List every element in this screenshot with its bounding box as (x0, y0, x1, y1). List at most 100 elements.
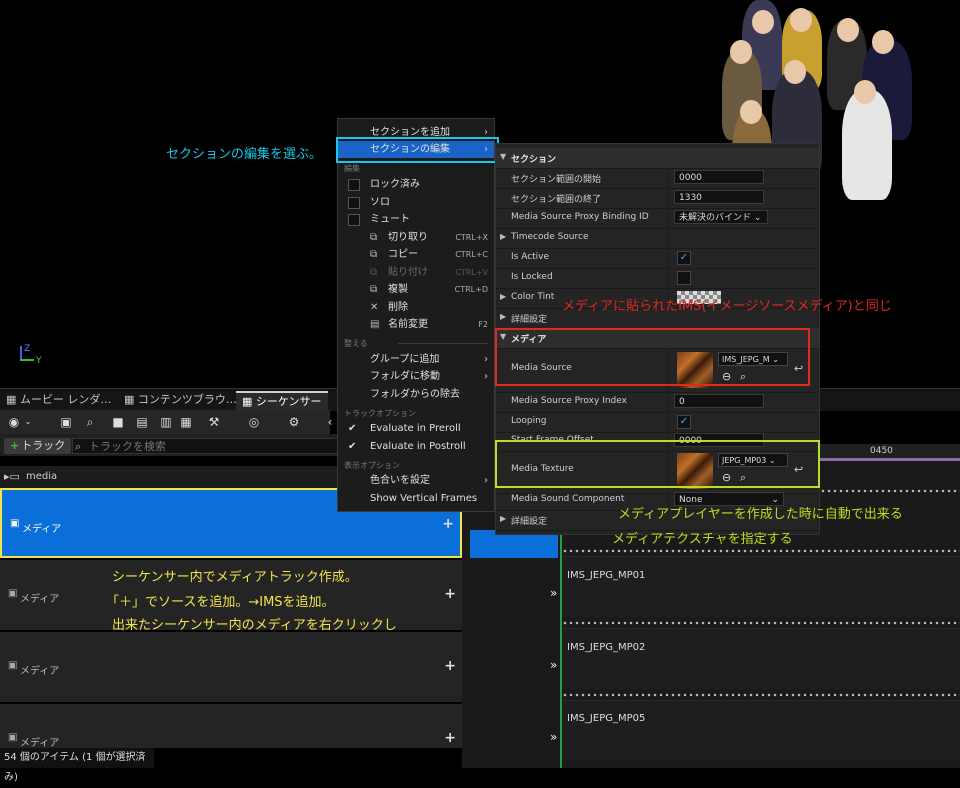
row-range-end: セクション範囲の終了 1330 (496, 188, 819, 209)
annotation-highlight-box-cyan (336, 137, 499, 163)
duplicate-icon: ⧉ (370, 284, 378, 295)
track-row-media[interactable]: ▣ メディア + (0, 704, 462, 749)
clip-name: IMS_JEPG_MP02 (567, 642, 646, 653)
annotation-same-ims: メディアに貼られたIMS(イメージソースメディア)と同じ (562, 299, 892, 314)
context-menu: セクションを追加 › セクションの編集 › 編集 ロック済み ソロ ミュート ⧉ 切り… (337, 118, 495, 512)
row-proxy-binding: Media Source Proxy Binding ID 未解決のバインド ⌄ (496, 208, 819, 229)
annotation-sequencer-line2: 「＋」でソースを追加。→IMSを追加。 (106, 595, 335, 610)
expand-triangle-icon: ▶ (500, 232, 507, 241)
track-row-media[interactable]: ▣ メディア + (0, 632, 462, 702)
media-track-icon: ▣ (8, 588, 18, 599)
row-range-start: セクション範囲の開始 0000 (496, 168, 819, 189)
media-clip[interactable] (562, 628, 960, 689)
tab-icon: ▦ (242, 395, 256, 408)
search-icon: ⌕ (75, 440, 82, 453)
track-label: メディア (20, 666, 60, 677)
menu-item-rename[interactable]: ▤ 名前変更 F2 (338, 316, 494, 333)
back-icon[interactable]: ‹ (322, 414, 338, 430)
row-is-active: Is Active ✓ (496, 248, 819, 269)
paste-icon: ⧉ (370, 267, 378, 278)
track-scrollbar[interactable] (462, 488, 470, 768)
save-icon[interactable]: ▣ (58, 414, 74, 430)
copy-icon: ⧉ (370, 249, 378, 260)
menu-item-add-to-group[interactable]: グループに追加 › (338, 351, 494, 368)
chevron-right-icon: › (484, 371, 488, 382)
chevron-right-icon: › (484, 475, 488, 486)
delete-icon: ✕ (370, 302, 379, 313)
wrench-icon[interactable]: ⚒ (206, 414, 222, 430)
expand-triangle-icon: ▶ (500, 292, 507, 301)
menu-item-duplicate[interactable]: ⧉ 複製 CTRL+D (338, 281, 494, 298)
rename-icon: ▤ (370, 319, 380, 330)
range-end-input[interactable]: 1330 (674, 190, 764, 204)
row-proxy-index: Media Source Proxy Index 0 (496, 392, 819, 413)
checkbox (348, 179, 360, 191)
tab-icon: ▦ (124, 393, 138, 406)
menu-item-evaluate-postroll[interactable]: ✔ Evaluate in Postroll (338, 438, 494, 455)
tab-sequencer[interactable]: ▦ シーケンサー (236, 391, 328, 411)
tab-icon: ▦ (6, 393, 20, 406)
expand-triangle-icon: ▶ (500, 514, 507, 523)
annotation-highlight-box-red (495, 328, 810, 386)
status-text: 54 個のアイテム (1 個が選択済み) (0, 748, 154, 783)
add-track-button[interactable]: + トラック (4, 438, 72, 454)
media-track-icon: ▣ (8, 660, 18, 671)
media-track-icon: ▣ (8, 732, 18, 743)
menu-header-track-options: トラックオプション (344, 409, 416, 418)
check-icon: ✔ (348, 441, 357, 452)
add-source-button[interactable]: + (444, 586, 456, 602)
menu-item-cut[interactable]: ⧉ 切り取り CTRL+X (338, 229, 494, 246)
expand-arrows-icon[interactable]: » (550, 658, 557, 672)
menu-item-paste: ⧉ 貼り付け CTRL+V (338, 264, 494, 281)
media-clip[interactable] (562, 700, 960, 761)
menu-item-copy[interactable]: ⧉ コピー CTRL+C (338, 246, 494, 263)
add-source-button[interactable]: + (444, 658, 456, 674)
add-source-button[interactable]: + (442, 516, 454, 532)
is-active-checkbox[interactable]: ✓ (677, 251, 691, 265)
menu-item-locked[interactable]: ロック済み (338, 176, 494, 193)
track-label: メディア (20, 594, 60, 605)
find-asset-icon[interactable]: ⌕ (82, 414, 98, 430)
tab-movie-render[interactable]: ▦ ムービー レンダ… (0, 391, 117, 409)
render-icon[interactable]: ▥ (158, 414, 174, 430)
menu-item-set-color[interactable]: 色合いを設定 › (338, 472, 494, 489)
tab-content-browser[interactable]: ▦ コンテンツブラウ… (118, 391, 243, 409)
details-section-header[interactable]: ▼ セクション (496, 148, 819, 169)
expand-arrows-icon[interactable]: » (550, 730, 557, 744)
graph-icon[interactable]: ▦ (178, 414, 194, 430)
menu-header-display-options: 表示オプション (344, 461, 400, 470)
plus-icon: + (10, 439, 20, 452)
expand-arrows-icon[interactable]: » (550, 586, 557, 600)
clip-header-dots (562, 620, 960, 626)
annotation-texture-line2: メディアテクスチャを指定する (612, 532, 793, 547)
looping-checkbox[interactable]: ✓ (677, 415, 691, 429)
menu-item-move-to-folder[interactable]: フォルダに移動 › (338, 368, 494, 385)
menu-item-mute[interactable]: ミュート (338, 211, 494, 228)
clip-header-dots (562, 548, 960, 554)
menu-item-evaluate-preroll[interactable]: ✔ Evaluate in Preroll (338, 420, 494, 437)
media-clip[interactable] (562, 556, 960, 617)
range-start-input[interactable]: 0000 (674, 170, 764, 184)
row-is-locked: Is Locked (496, 268, 819, 289)
eye-icon[interactable]: ◎ (246, 414, 262, 430)
checkbox (348, 197, 360, 209)
menu-header-edit: 編集 (344, 164, 360, 173)
proxy-index-input[interactable]: 0 (674, 394, 764, 408)
menu-item-delete[interactable]: ✕ 削除 (338, 299, 494, 316)
row-timecode-source[interactable]: ▶ Timecode Source (496, 228, 819, 249)
clapper-icon[interactable]: ▤ (134, 414, 150, 430)
gear-icon[interactable]: ⚙ (286, 414, 302, 430)
check-icon: ✔ (348, 423, 357, 434)
menu-item-remove-from-folder[interactable]: フォルダからの除去 (338, 386, 494, 403)
add-source-button[interactable]: + (444, 730, 456, 746)
camera-icon[interactable]: ■ (110, 414, 126, 430)
menu-separator (398, 343, 488, 344)
is-locked-checkbox[interactable] (677, 271, 691, 285)
clip-header-dots (562, 692, 960, 698)
chevron-down-icon[interactable]: ⌄ (20, 414, 36, 430)
ruler-label: 0450 (870, 446, 893, 456)
menu-item-show-vertical-frames[interactable]: Show Vertical Frames (338, 490, 494, 507)
menu-header-organize: 整える (344, 339, 368, 348)
menu-item-solo[interactable]: ソロ (338, 194, 494, 211)
proxy-binding-dropdown[interactable]: 未解決のバインド ⌄ (674, 210, 768, 224)
